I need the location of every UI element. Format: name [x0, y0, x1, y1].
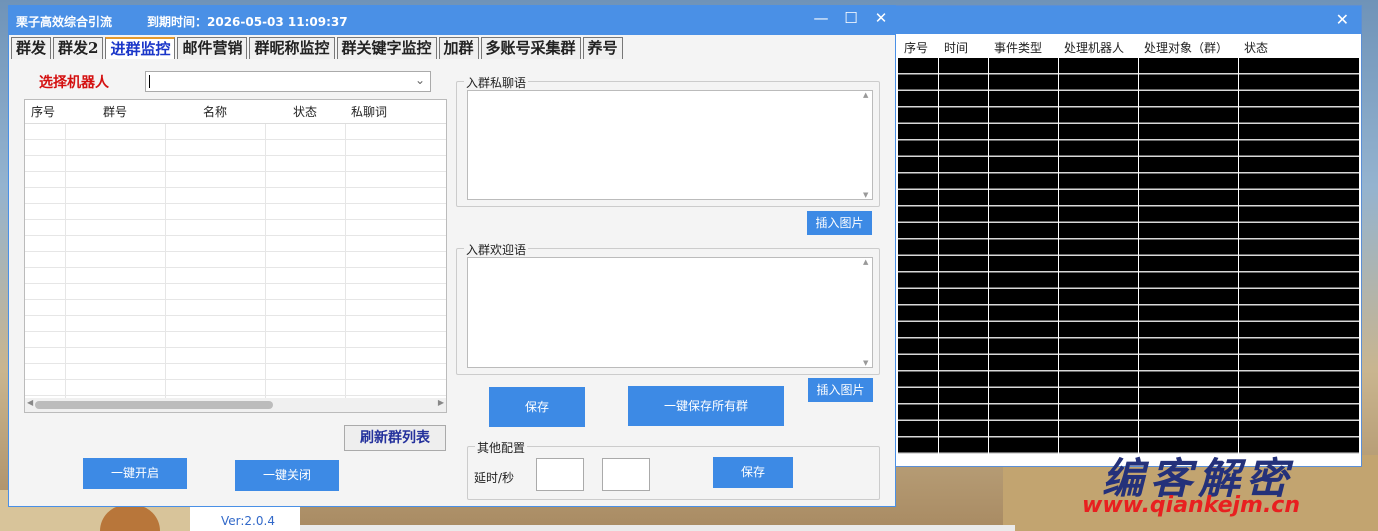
col-index: 序号 [31, 105, 56, 119]
tab-bar: 群发 群发2 进群监控 邮件营销 群昵称监控 群关键字监控 加群 多账号采集群 … [11, 37, 625, 59]
scroll-right-icon[interactable]: ▶ [438, 398, 444, 407]
chevron-down-icon: ⌄ [414, 73, 425, 87]
private-msg-group: 入群私聊语 ▲ ▼ [456, 74, 880, 207]
private-msg-textarea[interactable]: ▲ ▼ [467, 90, 873, 200]
group-table-body[interactable] [25, 124, 446, 398]
welcome-msg-textarea[interactable]: ▲ ▼ [467, 257, 873, 368]
scroll-down-icon[interactable]: ▼ [863, 191, 868, 199]
main-window: 栗子高效综合引流 到期时间：2026-05-03 11:09:37 — ☐ ✕ … [8, 5, 896, 507]
main-titlebar: 栗子高效综合引流 到期时间：2026-05-03 11:09:37 — ☐ ✕ [9, 6, 895, 35]
log-col-target: 处理对象（群） [1144, 41, 1229, 55]
insert-image-button-private[interactable]: 插入图片 [807, 211, 872, 235]
other-config-legend: 其他配置 [475, 439, 528, 456]
expiry-text: 到期时间：2026-05-03 11:09:37 [147, 15, 348, 29]
log-window-close-button[interactable]: ✕ [1336, 10, 1349, 29]
log-table-header: 序号 时间 事件类型 处理机器人 处理对象（群） 状态 [898, 38, 1359, 58]
refresh-group-list-button[interactable]: 刷新群列表 [344, 425, 446, 451]
log-col-time: 时间 [944, 41, 969, 55]
minimize-button[interactable]: — [809, 9, 833, 27]
watermark-url: www.qiankejm.cn [1082, 493, 1301, 518]
tab-multi-account-collect[interactable]: 多账号采集群 [480, 37, 581, 59]
scroll-left-icon[interactable]: ◀ [27, 398, 33, 407]
save-all-groups-button[interactable]: 一键保存所有群 [628, 386, 784, 426]
scroll-up-icon[interactable]: ▲ [863, 91, 868, 99]
log-col-event-type: 事件类型 [994, 41, 1043, 55]
delay-label: 延时/秒 [474, 471, 515, 485]
version-bar: Ver:2.0.4 [190, 507, 300, 531]
textarea-scrollbar[interactable]: ▲ ▼ [862, 258, 872, 367]
text-caret [149, 75, 150, 88]
log-table-body[interactable] [898, 58, 1359, 454]
close-button[interactable]: ✕ [869, 9, 893, 27]
col-status: 状态 [293, 105, 318, 119]
welcome-msg-group: 入群欢迎语 ▲ ▼ [456, 241, 880, 375]
config-save-button[interactable]: 保存 [713, 457, 793, 488]
other-config-group: 其他配置 延时/秒 [467, 439, 880, 500]
insert-image-button-welcome[interactable]: 插入图片 [808, 378, 873, 402]
save-button[interactable]: 保存 [489, 387, 585, 427]
delay-min-input[interactable] [536, 458, 584, 491]
tab-join-group[interactable]: 加群 [438, 37, 479, 59]
app-title: 栗子高效综合引流 [16, 15, 113, 29]
tab-join-monitor[interactable]: 进群监控 [105, 37, 176, 59]
welcome-msg-legend: 入群欢迎语 [464, 241, 529, 258]
tab-keyword-monitor[interactable]: 群关键字监控 [336, 37, 437, 59]
disable-all-button[interactable]: 一键关闭 [235, 460, 339, 491]
tab-mass-send[interactable]: 群发 [11, 37, 52, 59]
log-window: ✕ 序号 时间 事件类型 处理机器人 处理对象（群） 状态 [895, 5, 1362, 467]
scroll-up-icon[interactable]: ▲ [863, 258, 868, 266]
tab-nickname-monitor[interactable]: 群昵称监控 [249, 37, 335, 59]
tab-mass-send-2[interactable]: 群发2 [53, 37, 104, 59]
version-text: Ver:2.0.4 [221, 514, 275, 528]
horizontal-scrollbar[interactable]: ◀ ▶ [25, 398, 446, 412]
col-name: 名称 [203, 105, 228, 119]
enable-all-button[interactable]: 一键开启 [83, 458, 187, 489]
watermark: 编客解密 www.qiankejm.cn [1012, 445, 1378, 531]
col-private-msg: 私聊词 [351, 105, 388, 119]
group-table-header: 序号 群号 名称 状态 私聊词 [25, 100, 446, 124]
tab-account-nurture[interactable]: 养号 [582, 37, 623, 59]
col-group-number: 群号 [103, 105, 128, 119]
log-col-status: 状态 [1244, 41, 1269, 55]
group-table[interactable]: 序号 群号 名称 状态 私聊词 ◀ ▶ [24, 99, 447, 413]
textarea-scrollbar[interactable]: ▲ ▼ [862, 91, 872, 199]
delay-max-input[interactable] [602, 458, 650, 491]
tab-email-marketing[interactable]: 邮件营销 [177, 37, 248, 59]
scrollbar-thumb[interactable] [35, 401, 273, 409]
scroll-down-icon[interactable]: ▼ [863, 359, 868, 367]
private-msg-legend: 入群私聊语 [464, 74, 529, 91]
log-col-index: 序号 [904, 41, 929, 55]
robot-select-label: 选择机器人 [39, 75, 109, 91]
robot-select[interactable]: ⌄ [145, 71, 431, 92]
log-window-titlebar: ✕ [896, 6, 1361, 34]
log-col-robot: 处理机器人 [1064, 41, 1125, 55]
bottom-strip [300, 525, 1015, 531]
maximize-button[interactable]: ☐ [839, 9, 863, 27]
